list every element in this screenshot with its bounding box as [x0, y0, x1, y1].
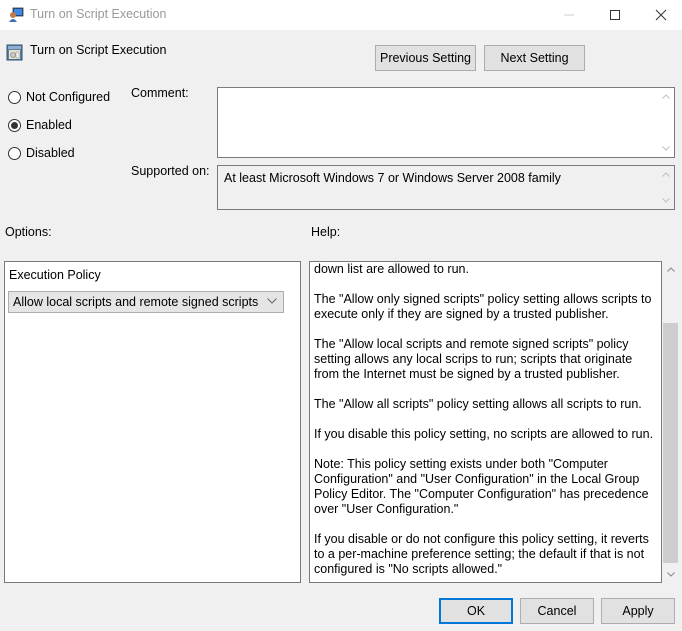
options-panel: Execution Policy Allow local scripts and… — [4, 261, 301, 583]
execution-policy-label: Execution Policy — [9, 268, 101, 282]
scroll-down-arrow-icon[interactable] — [657, 140, 674, 157]
maximize-button[interactable] — [592, 0, 638, 30]
minimize-button[interactable] — [546, 0, 592, 30]
radio-circle-checked[interactable] — [8, 118, 21, 132]
scroll-up-arrow-icon[interactable] — [662, 261, 679, 278]
supported-on-value: At least Microsoft Windows 7 or Windows … — [224, 171, 561, 185]
scroll-down-arrow-icon[interactable] — [662, 566, 679, 583]
help-paragraph: down list are allowed to run. — [314, 262, 469, 276]
scroll-down-arrow-icon[interactable] — [657, 192, 674, 209]
close-button[interactable] — [638, 0, 682, 30]
help-paragraph: The "Allow only signed scripts" policy s… — [314, 292, 652, 321]
help-text: down list are allowed to run. The "Allow… — [314, 262, 659, 582]
radio-label: Disabled — [26, 146, 75, 160]
previous-setting-button[interactable]: Previous Setting — [375, 45, 476, 71]
apply-button[interactable]: Apply — [601, 598, 675, 624]
help-label: Help: — [311, 225, 341, 239]
help-paragraph: If you disable this policy setting, no s… — [314, 427, 654, 441]
title-bar: Turn on Script Execution — [0, 0, 682, 30]
policy-title: Turn on Script Execution — [30, 43, 167, 57]
close-icon — [655, 9, 667, 21]
help-paragraph: The "Allow local scripts and remote sign… — [314, 337, 633, 381]
radio-circle[interactable] — [8, 146, 21, 160]
comment-label: Comment: — [131, 86, 189, 100]
help-paragraph: Note: This policy setting exists under b… — [314, 457, 649, 516]
comment-scrollbar[interactable] — [657, 88, 674, 157]
maximize-icon — [610, 10, 620, 20]
policy-setting-icon — [6, 44, 23, 61]
help-scrollbar-thumb[interactable] — [663, 323, 678, 563]
chevron-down-icon — [267, 298, 277, 304]
ok-button[interactable]: OK — [439, 598, 513, 624]
radio-enabled[interactable]: Enabled — [8, 118, 72, 132]
help-paragraph: If you disable or do not configure this … — [314, 532, 649, 576]
group-policy-app-icon — [9, 7, 24, 22]
supported-on-field: At least Microsoft Windows 7 or Windows … — [217, 165, 675, 210]
execution-policy-value: Allow local scripts and remote signed sc… — [13, 295, 259, 309]
cancel-button[interactable]: Cancel — [520, 598, 594, 624]
radio-label: Enabled — [26, 118, 72, 132]
options-label: Options: — [5, 225, 52, 239]
supported-scrollbar[interactable] — [657, 166, 674, 209]
help-panel: down list are allowed to run. The "Allow… — [309, 261, 662, 583]
window-title: Turn on Script Execution — [30, 7, 167, 21]
supported-on-label: Supported on: — [131, 164, 210, 178]
next-setting-button[interactable]: Next Setting — [484, 45, 585, 71]
radio-label: Not Configured — [26, 90, 111, 104]
help-paragraph: The "Allow all scripts" policy setting a… — [314, 397, 642, 411]
radio-not-configured[interactable]: Not Configured — [8, 90, 110, 104]
scroll-up-arrow-icon[interactable] — [657, 166, 674, 183]
radio-circle[interactable] — [8, 90, 21, 104]
comment-textarea[interactable] — [217, 87, 675, 158]
minimize-icon — [564, 14, 574, 16]
execution-policy-dropdown[interactable]: Allow local scripts and remote signed sc… — [8, 291, 284, 313]
scroll-up-arrow-icon[interactable] — [657, 88, 674, 105]
radio-disabled[interactable]: Disabled — [8, 146, 75, 160]
help-scrollbar[interactable] — [662, 261, 679, 583]
